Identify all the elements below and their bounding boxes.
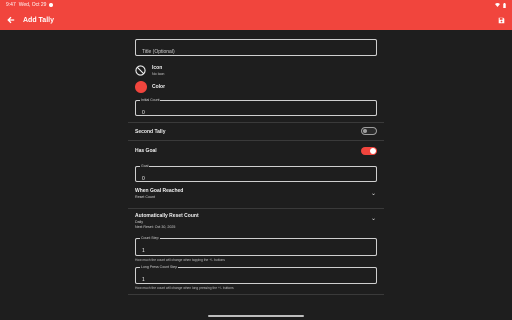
color-label: Color — [152, 84, 166, 90]
save-button[interactable] — [496, 15, 506, 25]
page-title: Add Tally — [23, 16, 54, 24]
count-step-input[interactable] — [136, 243, 376, 259]
chevron-down-icon: ⌄ — [370, 216, 376, 222]
back-button[interactable] — [6, 15, 16, 25]
battery-icon — [503, 2, 506, 8]
when-goal-reached-dropdown[interactable]: When Goal Reached Reset Count ⌄ — [128, 186, 384, 206]
next-reset-date: Next Reset: Oct 30, 2025 — [135, 225, 176, 229]
count-step-helper: How much the count will change when tapp… — [135, 258, 225, 262]
initial-count-input[interactable] — [136, 106, 376, 120]
when-goal-reached-value: Reset Count — [135, 195, 155, 199]
has-goal-label: Has Goal — [135, 148, 157, 154]
chevron-down-icon: ⌄ — [370, 191, 376, 197]
status-bar: 9:47 Wed, Oct 29 — [0, 0, 512, 10]
divider — [128, 208, 384, 209]
initial-count-field: Initial Count — [135, 98, 377, 120]
long-press-step-field: Long Press Count Step — [135, 265, 377, 288]
divider — [128, 294, 384, 295]
divider — [128, 122, 384, 123]
color-selector[interactable]: Color — [135, 81, 255, 94]
block-icon — [135, 65, 146, 76]
app-bar: Add Tally — [0, 10, 512, 30]
title-input[interactable] — [136, 44, 376, 60]
title-field-box — [135, 39, 377, 60]
color-swatch — [135, 81, 147, 93]
second-tally-label: Second Tally — [135, 129, 166, 135]
divider — [128, 140, 384, 141]
add-tally-form: Icon No Icon Color Initial Count Second … — [128, 30, 384, 318]
goal-input[interactable] — [136, 172, 376, 186]
toggle-knob — [363, 129, 367, 133]
auto-reset-dropdown[interactable]: Automatically Reset Count Daily Next Res… — [128, 211, 384, 235]
status-time: 9:47 — [6, 2, 16, 8]
toggle-knob — [370, 148, 376, 154]
second-tally-toggle[interactable] — [361, 127, 377, 135]
wifi-icon — [495, 3, 500, 7]
icon-value: No Icon — [152, 71, 165, 76]
arrow-left-icon — [7, 16, 15, 24]
notification-icon — [49, 3, 54, 7]
save-icon — [498, 17, 504, 23]
auto-reset-frequency: Daily — [135, 219, 143, 224]
long-press-step-helper: How much the count will change when long… — [135, 286, 234, 290]
status-date: Wed, Oct 29 — [18, 2, 47, 8]
when-goal-reached-label: When Goal Reached — [135, 188, 184, 194]
icon-label: Icon — [152, 65, 163, 71]
has-goal-toggle[interactable] — [361, 147, 377, 155]
count-step-field: Count Step — [135, 236, 377, 259]
goal-field: Goal — [135, 164, 377, 186]
auto-reset-label: Automatically Reset Count — [135, 213, 199, 219]
count-step-label: Count Step — [140, 236, 160, 240]
gesture-nav-handle[interactable] — [208, 315, 304, 317]
goal-label: Goal — [140, 164, 150, 168]
long-press-step-label: Long Press Count Step — [140, 265, 179, 269]
initial-count-label: Initial Count — [140, 98, 161, 102]
icon-selector[interactable]: Icon No Icon — [135, 64, 255, 78]
